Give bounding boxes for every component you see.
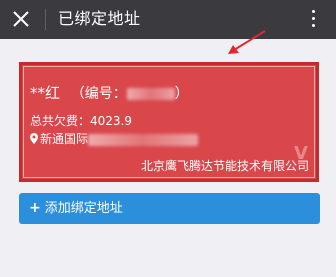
customer-name: **红 (30, 84, 61, 102)
card-address: 新通国际 (30, 130, 199, 147)
annotation-arrow-icon (228, 30, 266, 54)
add-address-label: 添加绑定地址 (44, 201, 123, 216)
customer-id-label: （编号：） (70, 86, 189, 102)
add-address-button[interactable]: + 添加绑定地址 (19, 193, 320, 224)
amount-value: 4023.9 (90, 114, 133, 128)
close-icon[interactable] (10, 8, 32, 30)
redacted-id (126, 88, 175, 100)
nav-divider (45, 9, 46, 30)
amount-label: 总共欠费： (30, 114, 91, 128)
card-name-row: **红 （编号：） (30, 82, 189, 103)
page-title: 已绑定地址 (58, 9, 141, 28)
company-name: 北京鹰飞腾达节能技术有限公司 (140, 159, 309, 173)
more-vertical-icon[interactable] (310, 9, 316, 29)
nav-bar: 已绑定地址 (0, 0, 336, 39)
amount-owed: 总共欠费：4023.9 (30, 112, 132, 129)
redacted-address (88, 133, 199, 146)
bound-address-card[interactable]: **红 （编号：） 总共欠费：4023.9 新通国际 V 北京鹰飞腾达节能技术有… (19, 62, 319, 182)
plus-icon: + (29, 200, 41, 216)
address-text: 新通国际 (40, 132, 89, 146)
location-pin-icon (30, 133, 38, 144)
